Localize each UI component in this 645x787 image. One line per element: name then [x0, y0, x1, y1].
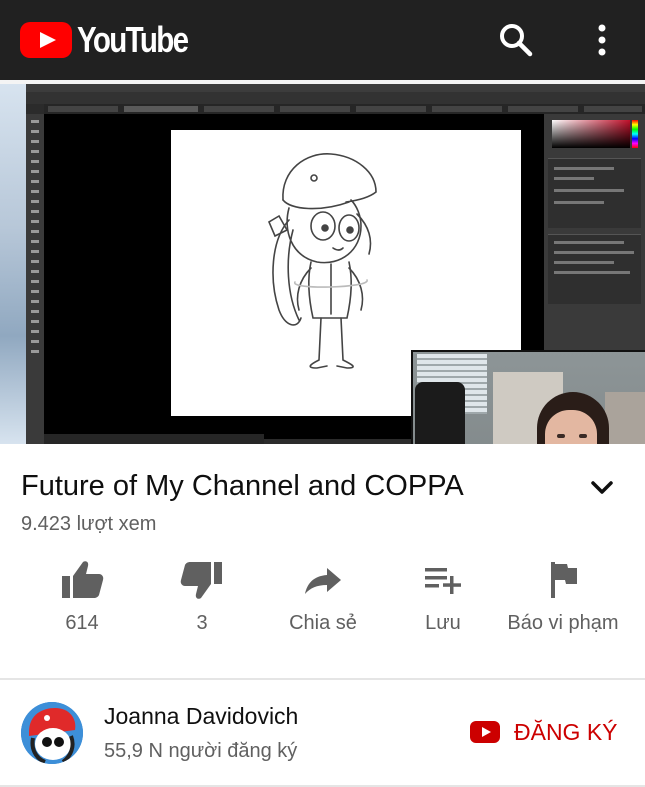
like-count: 614 [65, 612, 99, 634]
view-count: 9.423 lượt xem [21, 513, 157, 535]
expand-description-button[interactable] [584, 470, 620, 506]
dislike-count: 3 [196, 612, 208, 634]
chevron-down-icon [591, 481, 613, 494]
thumb-up-icon [62, 561, 104, 598]
youtube-play-icon [470, 721, 500, 743]
subscribe-button[interactable]: ĐĂNG KÝ [470, 712, 630, 752]
more-vert-icon [598, 24, 606, 56]
avatar-image [21, 702, 83, 764]
top-app-bar: YouTube [0, 0, 645, 80]
youtube-play-icon [20, 22, 72, 58]
more-options-button[interactable] [586, 20, 618, 60]
report-label: Báo vi phạm [507, 612, 619, 634]
channel-avatar[interactable] [21, 702, 83, 764]
share-icon [305, 568, 341, 594]
report-button[interactable]: Báo vi phạm [503, 556, 623, 634]
channel-name[interactable]: Joanna Davidovich [104, 702, 298, 730]
subscriber-count: 55,9 N người đăng ký [104, 740, 298, 762]
logo-text: YouTube [77, 19, 189, 60]
share-label: Chia sẻ [289, 612, 357, 634]
youtube-logo[interactable]: YouTube [20, 19, 212, 60]
webcam-overlay [411, 350, 645, 444]
video-player[interactable] [0, 80, 645, 444]
desktop-background [0, 84, 26, 444]
like-button[interactable]: 614 [22, 556, 142, 634]
save-button[interactable]: Lưu [383, 556, 503, 634]
playlist-add-icon [425, 568, 461, 594]
search-button[interactable] [496, 20, 536, 60]
flag-icon [551, 562, 577, 598]
dislike-button[interactable]: 3 [142, 556, 262, 634]
share-button[interactable]: Chia sẻ [263, 556, 383, 634]
thumb-down-icon [180, 562, 222, 599]
divider [0, 678, 645, 680]
save-label: Lưu [425, 612, 461, 634]
video-title: Future of My Channel and COPPA [21, 470, 464, 502]
search-icon [500, 24, 533, 57]
subscribe-label: ĐĂNG KÝ [514, 718, 618, 745]
